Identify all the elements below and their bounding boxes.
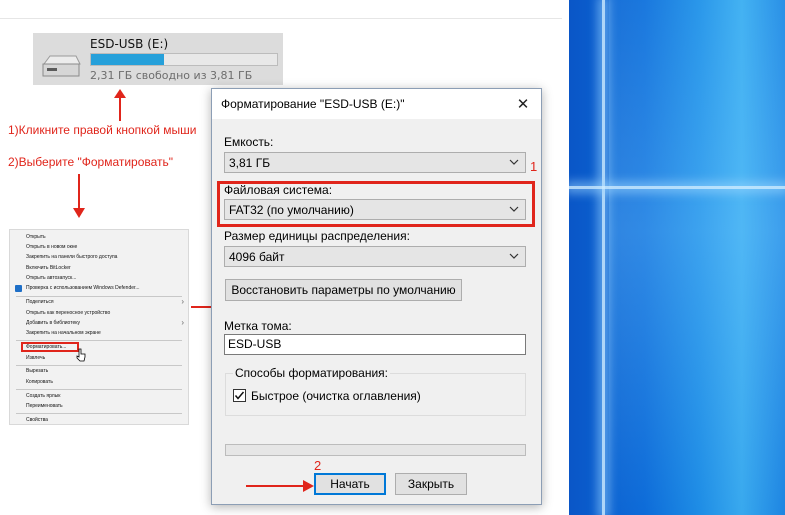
red-arrow-down-icon (73, 174, 85, 218)
explorer-divider (0, 18, 562, 19)
drive-free-space: 2,31 ГБ свободно из 3,81 ГБ (90, 69, 253, 82)
dialog-titlebar[interactable]: Форматирование "ESD-USB (E:)" ✕ (212, 89, 541, 119)
mouse-pointer-icon (76, 348, 86, 362)
format-progress-bar (225, 444, 526, 456)
context-menu: Открыть Открыть в новом окне Закрепить н… (9, 229, 189, 425)
wallpaper-light (609, 0, 785, 515)
drive-usage-fill (91, 54, 164, 65)
capacity-label: Емкость: (224, 135, 274, 149)
checkmark-icon (234, 391, 245, 400)
format-highlight-box (21, 342, 79, 352)
ctx-separator (16, 365, 182, 366)
red-arrow-right-icon (246, 480, 314, 492)
close-icon[interactable]: ✕ (505, 89, 541, 119)
close-button[interactable]: Закрыть (395, 473, 467, 495)
allocation-unit-label: Размер единицы распределения: (224, 229, 410, 243)
ctx-pin-quick-access[interactable]: Закрепить на панели быстрого доступа (26, 254, 117, 260)
ctx-open-portable[interactable]: Открыть как переносное устройство (26, 310, 110, 316)
defender-icon (15, 285, 22, 292)
format-options-title: Способы форматирования: (233, 366, 390, 380)
capacity-select[interactable]: 3,81 ГБ (224, 152, 526, 173)
annotation-number-1: 1 (530, 159, 538, 174)
start-button[interactable]: Начать (314, 473, 386, 495)
ctx-separator (16, 413, 182, 414)
restore-defaults-button[interactable]: Восстановить параметры по умолчанию (225, 279, 462, 301)
quick-format-label[interactable]: Быстрое (очистка оглавления) (251, 389, 421, 403)
dialog-title: Форматирование "ESD-USB (E:)" (221, 97, 405, 111)
ctx-rename[interactable]: Переименовать (26, 403, 63, 409)
ctx-autoplay[interactable]: Открыть автозапуск... (26, 275, 76, 281)
drive-usage-bar (90, 53, 278, 66)
chevron-down-icon (509, 253, 519, 259)
ctx-eject[interactable]: Извлечь (26, 355, 45, 361)
ctx-open[interactable]: Открыть (26, 234, 46, 240)
allocation-unit-value: 4096 байт (229, 250, 285, 264)
chevron-down-icon (509, 159, 519, 165)
ctx-copy[interactable]: Копировать (26, 379, 53, 385)
ctx-pin-start[interactable]: Закрепить на начальном экране (26, 330, 101, 336)
annotation-step1: 1)Кликните правой кнопкой мыши (8, 123, 197, 137)
chevron-right-icon: › (181, 297, 184, 306)
volume-label-label: Метка тома: (224, 319, 292, 333)
allocation-unit-select[interactable]: 4096 байт (224, 246, 526, 267)
ctx-create-shortcut[interactable]: Создать ярлык (26, 393, 60, 399)
capacity-value: 3,81 ГБ (229, 156, 271, 170)
ctx-cut[interactable]: Вырезать (26, 368, 48, 374)
format-dialog: Форматирование "ESD-USB (E:)" ✕ Емкость:… (211, 88, 542, 505)
format-options-group: Способы форматирования: Быстрое (очистка… (225, 366, 526, 416)
ctx-open-new-window[interactable]: Открыть в новом окне (26, 244, 77, 250)
ctx-share[interactable]: Поделиться (26, 299, 54, 305)
ctx-separator (16, 389, 182, 390)
annotation-step2: 2)Выберите "Форматировать" (8, 155, 174, 169)
quick-format-checkbox[interactable] (233, 389, 246, 402)
drive-name: ESD-USB (E:) (90, 37, 169, 51)
annotation-number-2: 2 (314, 458, 322, 473)
ctx-add-library[interactable]: Добавить в библиотеку (26, 320, 80, 326)
window-frame-horizontal (569, 186, 785, 189)
drive-tile[interactable]: ESD-USB (E:) 2,31 ГБ свободно из 3,81 ГБ (33, 33, 283, 85)
red-arrow-up-icon (114, 89, 126, 121)
ctx-separator (16, 340, 182, 341)
volume-label-field[interactable] (224, 334, 526, 355)
desktop-wallpaper (569, 0, 785, 515)
chevron-right-icon: › (181, 318, 184, 327)
ctx-bitlocker[interactable]: Включить BitLocker (26, 265, 71, 271)
volume-label-input[interactable] (228, 337, 518, 351)
ctx-properties[interactable]: Свойства (26, 417, 48, 423)
ctx-defender-scan[interactable]: Проверка с использованием Windows Defend… (26, 285, 140, 291)
filesystem-highlight-box (217, 181, 535, 227)
usb-drive-icon (42, 55, 81, 77)
window-frame-vertical (602, 0, 605, 515)
ctx-separator (16, 296, 182, 297)
